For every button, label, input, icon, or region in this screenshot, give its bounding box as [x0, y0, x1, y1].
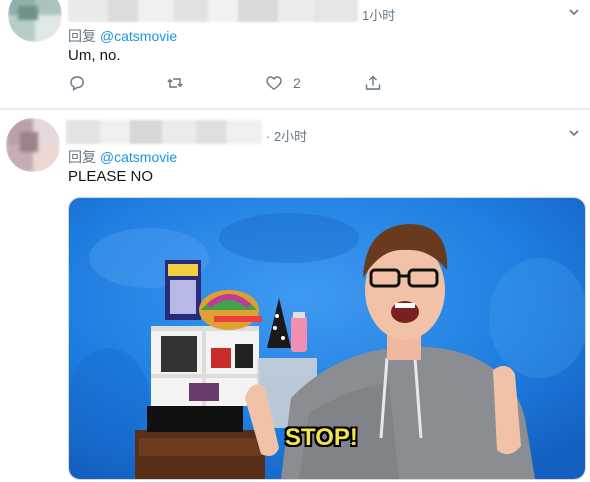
tweet-actions: 2 [68, 74, 398, 96]
chevron-down-icon[interactable] [568, 6, 580, 18]
reply-handle-link[interactable]: @catsmovie [100, 149, 177, 165]
reply-prefix: 回复 [68, 28, 96, 44]
avatar-image [6, 118, 60, 172]
tweet[interactable]: · 2小时 回复 @catsmovie PLEASE NO STOP! [0, 110, 590, 482]
avatar-image [8, 0, 62, 42]
retweet-button[interactable] [166, 74, 184, 92]
retweet-icon [167, 78, 183, 88]
share-button[interactable] [364, 74, 382, 92]
avatar[interactable] [8, 0, 62, 42]
reply-icon [70, 76, 84, 91]
avatar[interactable] [6, 118, 60, 172]
tweet-text: Um, no. [68, 47, 121, 64]
reply-context: 回复 @catsmovie [68, 26, 177, 46]
chevron-down-icon[interactable] [568, 127, 580, 139]
timestamp[interactable]: 1小时 [362, 5, 395, 24]
reply-handle-link[interactable]: @catsmovie [100, 28, 177, 44]
tweet-media-gif[interactable]: STOP! [68, 197, 586, 480]
reply-button[interactable] [68, 74, 86, 92]
like-count: 2 [293, 75, 301, 91]
timestamp[interactable]: · 2小时 [266, 126, 307, 145]
reply-context: 回复 @catsmovie [68, 147, 177, 167]
author-name-redacted[interactable] [66, 120, 262, 144]
like-button[interactable]: 2 [265, 74, 301, 92]
tweet-text: PLEASE NO [68, 168, 154, 185]
heart-icon [266, 76, 282, 90]
media-caption: STOP! [285, 424, 358, 451]
reply-prefix: 回复 [68, 149, 96, 165]
tweet[interactable]: 1小时 回复 @catsmovie Um, no. 2 [0, 0, 590, 108]
author-name-redacted[interactable] [68, 0, 358, 22]
share-icon [365, 75, 381, 90]
